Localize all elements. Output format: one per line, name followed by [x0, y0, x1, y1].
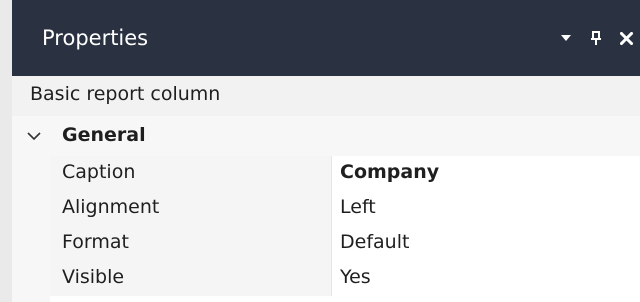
- panel-titlebar[interactable]: Properties: [12, 0, 640, 76]
- category-label: General: [62, 124, 146, 146]
- chevron-down-icon[interactable]: [558, 30, 574, 46]
- property-value: Company: [340, 161, 440, 183]
- row-gutter: [12, 156, 50, 302]
- property-name-cell[interactable]: Visible: [50, 261, 332, 296]
- property-value: Yes: [340, 266, 371, 288]
- titlebar-controls: [558, 26, 634, 50]
- property-row-visible[interactable]: Visible Yes: [50, 261, 640, 296]
- property-name-cell[interactable]: Caption: [50, 156, 332, 191]
- property-name: Alignment: [62, 196, 160, 218]
- property-value: Left: [340, 196, 376, 218]
- property-value: Default: [340, 231, 410, 253]
- property-row-caption[interactable]: Caption Company: [50, 156, 640, 191]
- selected-object-label: Basic report column: [12, 76, 640, 116]
- panel-left-edge: [0, 0, 12, 302]
- property-row-alignment[interactable]: Alignment Left: [50, 191, 640, 226]
- property-value-cell[interactable]: Default: [332, 226, 640, 261]
- property-row-format[interactable]: Format Default: [50, 226, 640, 261]
- property-value-cell[interactable]: Company: [332, 156, 640, 191]
- pin-icon[interactable]: [588, 30, 604, 46]
- properties-panel: Properties Basic report column General C…: [0, 0, 640, 302]
- property-name-cell[interactable]: Alignment: [50, 191, 332, 226]
- category-general[interactable]: General: [12, 116, 640, 156]
- property-name: Format: [62, 231, 129, 253]
- property-value-cell[interactable]: Left: [332, 191, 640, 226]
- property-grid: General Caption Company Alignment Left F…: [12, 116, 640, 302]
- property-name: Visible: [62, 266, 125, 288]
- chevron-down-icon[interactable]: [26, 128, 42, 144]
- property-name: Caption: [62, 161, 136, 183]
- property-name-cell[interactable]: Format: [50, 226, 332, 261]
- panel-title: Properties: [42, 26, 149, 50]
- close-icon[interactable]: [618, 30, 634, 46]
- property-value-cell[interactable]: Yes: [332, 261, 640, 296]
- object-name: Basic report column: [30, 83, 221, 105]
